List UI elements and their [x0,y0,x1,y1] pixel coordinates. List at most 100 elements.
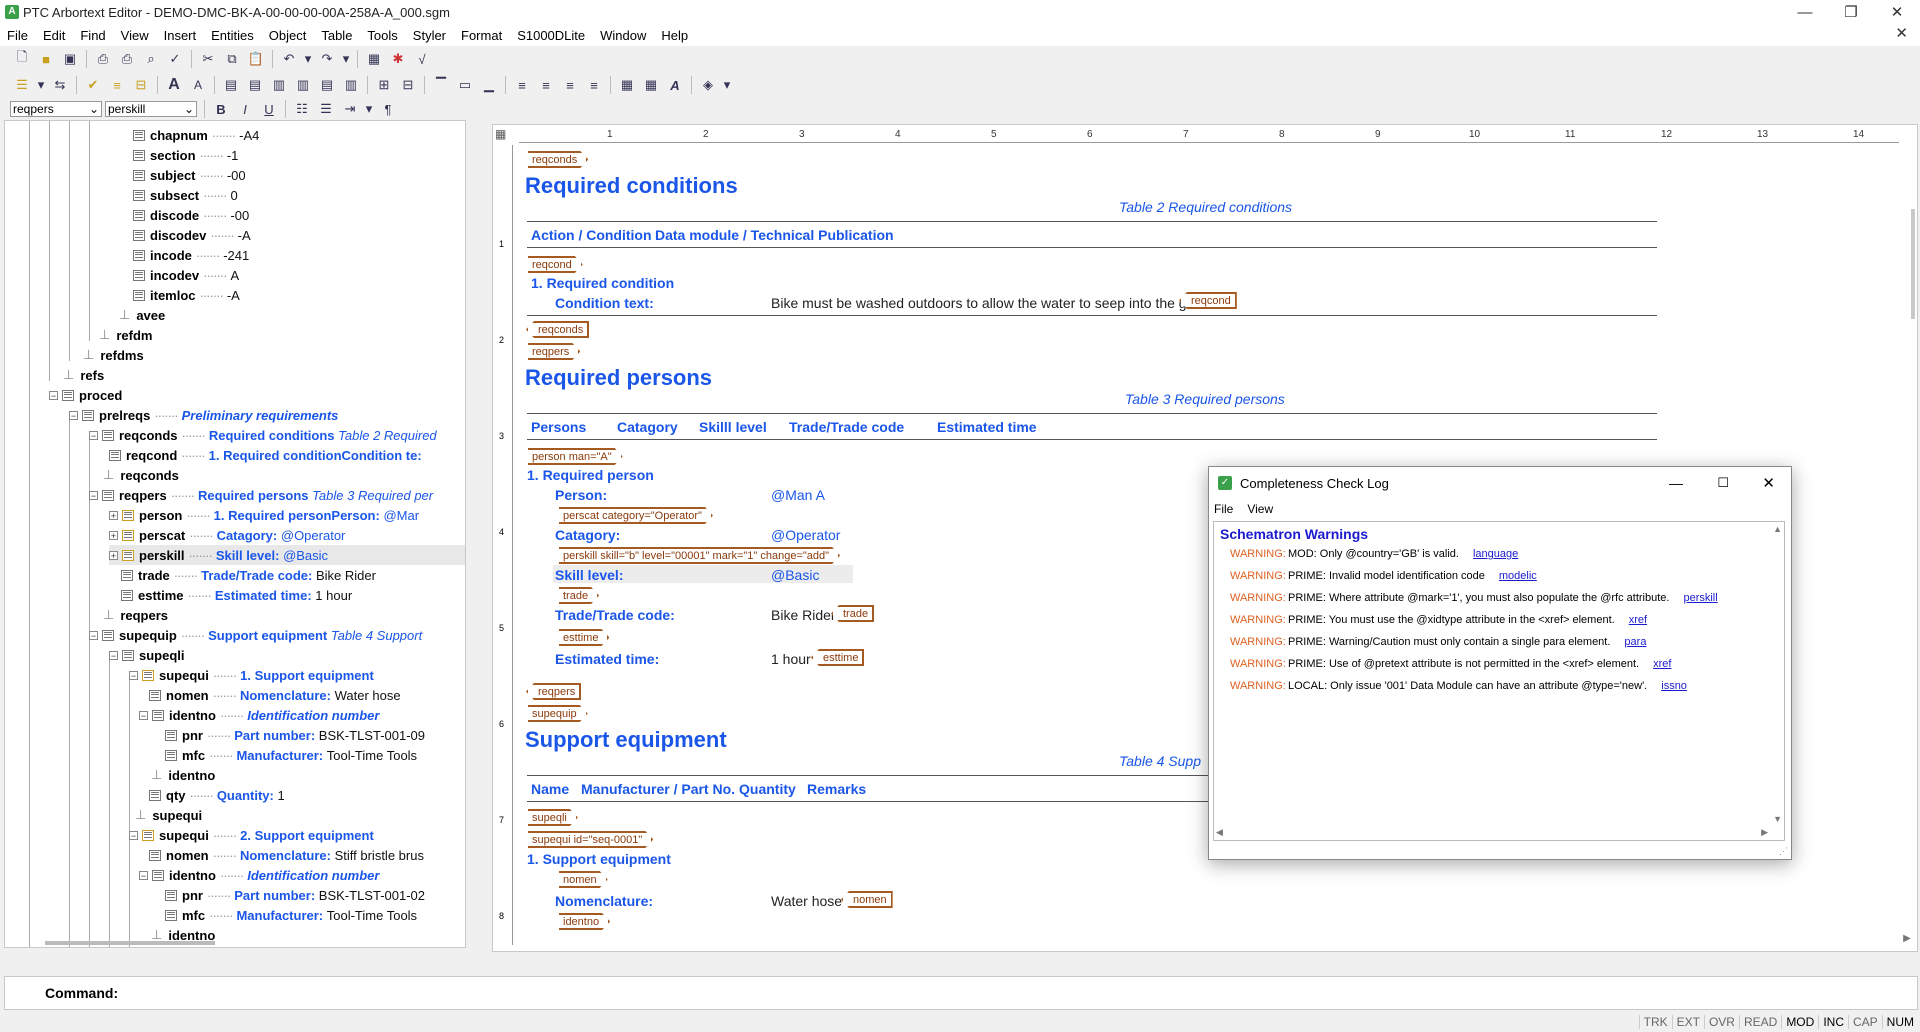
tag-perskill-start[interactable]: perskill skill="b" level="00001" mark="1… [559,547,840,564]
tag-person-start[interactable]: person man="A" [528,448,623,465]
tree-row[interactable]: qty ······· Quantity: 1 [149,785,285,805]
table-row-above-icon[interactable]: ▤ [222,76,240,94]
tag-reqconds-start[interactable]: reqconds [528,151,588,168]
tag-reqpers-start[interactable]: reqpers [528,343,580,360]
spellcheck-icon[interactable]: ✓ [166,50,184,68]
align-right-icon[interactable]: ≡ [561,76,579,94]
collapse-toggle-icon[interactable]: − [89,490,98,500]
tree-row[interactable]: discode ······· -00 [133,205,249,225]
tree-row[interactable]: chapnum ······· -A4 [133,125,259,145]
scroll-right-icon[interactable]: ▶ [1761,827,1768,838]
tree-row[interactable]: ⊥ avee [119,305,165,325]
cell-properties-icon[interactable]: ▦ [642,76,660,94]
change-markup-icon[interactable]: ⇆ [51,76,69,94]
table-delete-column-icon[interactable]: ▥ [342,76,360,94]
italic-button[interactable]: I [236,100,254,118]
new-document-icon[interactable]: 🗋 [13,49,31,68]
tag-nomen-end[interactable]: nomen [841,891,893,908]
expand-toggle-icon[interactable]: + [109,530,118,540]
tag-reqpers-end[interactable]: reqpers [526,683,582,700]
menu-format[interactable]: Format [454,28,510,43]
tag-combo[interactable]: perskill ⌄ [105,101,197,117]
menu-file[interactable]: File [0,28,36,43]
warning-row[interactable]: WARNING: PRIME: You must use the @xidtype… [1230,614,1647,626]
collapse-toggle-icon[interactable]: − [69,410,78,420]
tree-row[interactable]: + person ······· 1. Required personPerson: … [109,505,419,525]
dialog-minimize-icon[interactable]: — [1669,475,1683,491]
menu-styler[interactable]: Styler [406,28,454,43]
tree-row[interactable]: section ······· -1 [133,145,238,165]
tag-perscat-start[interactable]: perscat category="Operator" [559,507,713,524]
warning-link[interactable]: language [1473,548,1518,560]
close-button[interactable]: ✕ [1874,0,1920,24]
edit-attributes-icon[interactable]: ≡ [108,76,126,94]
check-completeness-icon[interactable]: ✔ [84,76,102,94]
tag-trade-start[interactable]: trade [559,587,599,604]
collapse-toggle-icon[interactable]: − [49,390,58,400]
equation-icon[interactable]: √ [413,50,431,68]
tree-row[interactable]: − supeqli [109,645,185,665]
tree-row[interactable]: ⊥ refdms [83,345,144,365]
split-cells-icon[interactable]: ⊟ [399,76,417,94]
align-middle-icon[interactable]: ▭ [456,76,474,94]
element-combo[interactable]: reqpers ⌄ [10,101,102,117]
menu-insert[interactable]: Insert [157,28,205,43]
collapse-toggle-icon[interactable]: − [89,630,98,640]
tree-row[interactable]: mfc ······· Manufacturer: Tool-Time Tools [165,905,417,925]
join-cells-icon[interactable]: ⊞ [375,76,393,94]
tag-supeqli-start[interactable]: supeqli [528,809,578,826]
tree-row[interactable]: nomen ······· Nomenclature: Water hose [149,685,401,705]
warning-row[interactable]: WARNING: PRIME: Where attribute @mark='1'… [1230,592,1718,604]
tag-reqcond-start[interactable]: reqcond [528,256,583,273]
table-properties-icon[interactable]: ▦ [618,76,636,94]
collapse-toggle-icon[interactable]: − [139,710,148,720]
scroll-left-icon[interactable]: ◀ [1216,827,1223,838]
tree-row[interactable]: − supequi ······· 1. Support equipment [129,665,374,685]
decrease-font-icon[interactable]: A [189,76,207,94]
tag-reqcond-end[interactable]: reqcond [1179,292,1237,309]
dialog-close-icon[interactable]: ✕ [1762,474,1775,492]
tag-supequi-start[interactable]: supequi id="seq-0001" [528,831,653,848]
indent-dropdown-icon[interactable]: ▾ [365,100,373,118]
warning-link[interactable]: perskill [1683,592,1717,604]
warning-row[interactable]: WARNING: PRIME: Use of @pretext attribute… [1230,658,1671,670]
catagory-value[interactable]: @Operator [771,527,840,543]
tree-row[interactable]: ⊥ reqconds [103,465,179,485]
horizontal-scrollbar[interactable] [45,941,215,945]
tree-row[interactable]: ⊥ refdm [99,325,152,345]
warning-link[interactable]: xref [1629,614,1647,626]
tag-identno-start[interactable]: identno [559,913,610,930]
collapse-toggle-icon[interactable]: − [129,670,138,680]
modify-icon[interactable]: ⊟ [132,76,150,94]
print-icon[interactable]: ⎙ [94,50,112,68]
scroll-right-icon[interactable]: ▶ [1897,933,1917,951]
bulleted-list-icon[interactable]: ☰ [317,100,335,118]
paste-icon[interactable]: 📋 [247,50,265,68]
show-tags-button[interactable]: ¶ [379,100,397,118]
tree-row[interactable]: incode ······· -241 [133,245,249,265]
copy-icon[interactable]: ⧉ [223,50,241,68]
table-row-below-icon[interactable]: ▤ [246,76,264,94]
tree-row[interactable]: − reqconds ······· Required conditions Tabl… [89,425,437,445]
save-icon[interactable]: ▣ [61,50,79,68]
graphic-icon[interactable]: ✱ [389,50,407,68]
tree-row[interactable]: − supequip ······· Support equipment Table … [89,625,422,645]
tag-nomen-start[interactable]: nomen [559,871,608,888]
menu-table[interactable]: Table [314,28,360,43]
tag-trade-end[interactable]: trade [831,605,875,622]
tree-row[interactable]: ⊥ refs [63,365,104,385]
tag-supequip-start[interactable]: supequip [528,705,588,722]
nomen-value[interactable]: Water hose [771,893,842,909]
warning-row[interactable]: WARNING: LOCAL: Only issue '001' Data Mod… [1230,680,1687,692]
menu-edit[interactable]: Edit [36,28,73,43]
tree-row[interactable]: − proced [49,385,122,405]
align-bottom-icon[interactable]: ▁ [480,76,498,94]
fill-color-dropdown-icon[interactable]: ▾ [723,76,731,94]
document-close-icon[interactable]: ✕ [1895,24,1908,42]
redo-dropdown-icon[interactable]: ▾ [342,50,350,68]
tree-row[interactable]: trade ······· Trade/Trade code: Bike Rider [121,565,376,585]
fill-color-icon[interactable]: ◈ [699,76,717,94]
menu-s1000dlite[interactable]: S1000DLite [510,28,593,43]
indent-icon[interactable]: ⇥ [341,100,359,118]
minimize-button[interactable]: — [1782,0,1828,24]
